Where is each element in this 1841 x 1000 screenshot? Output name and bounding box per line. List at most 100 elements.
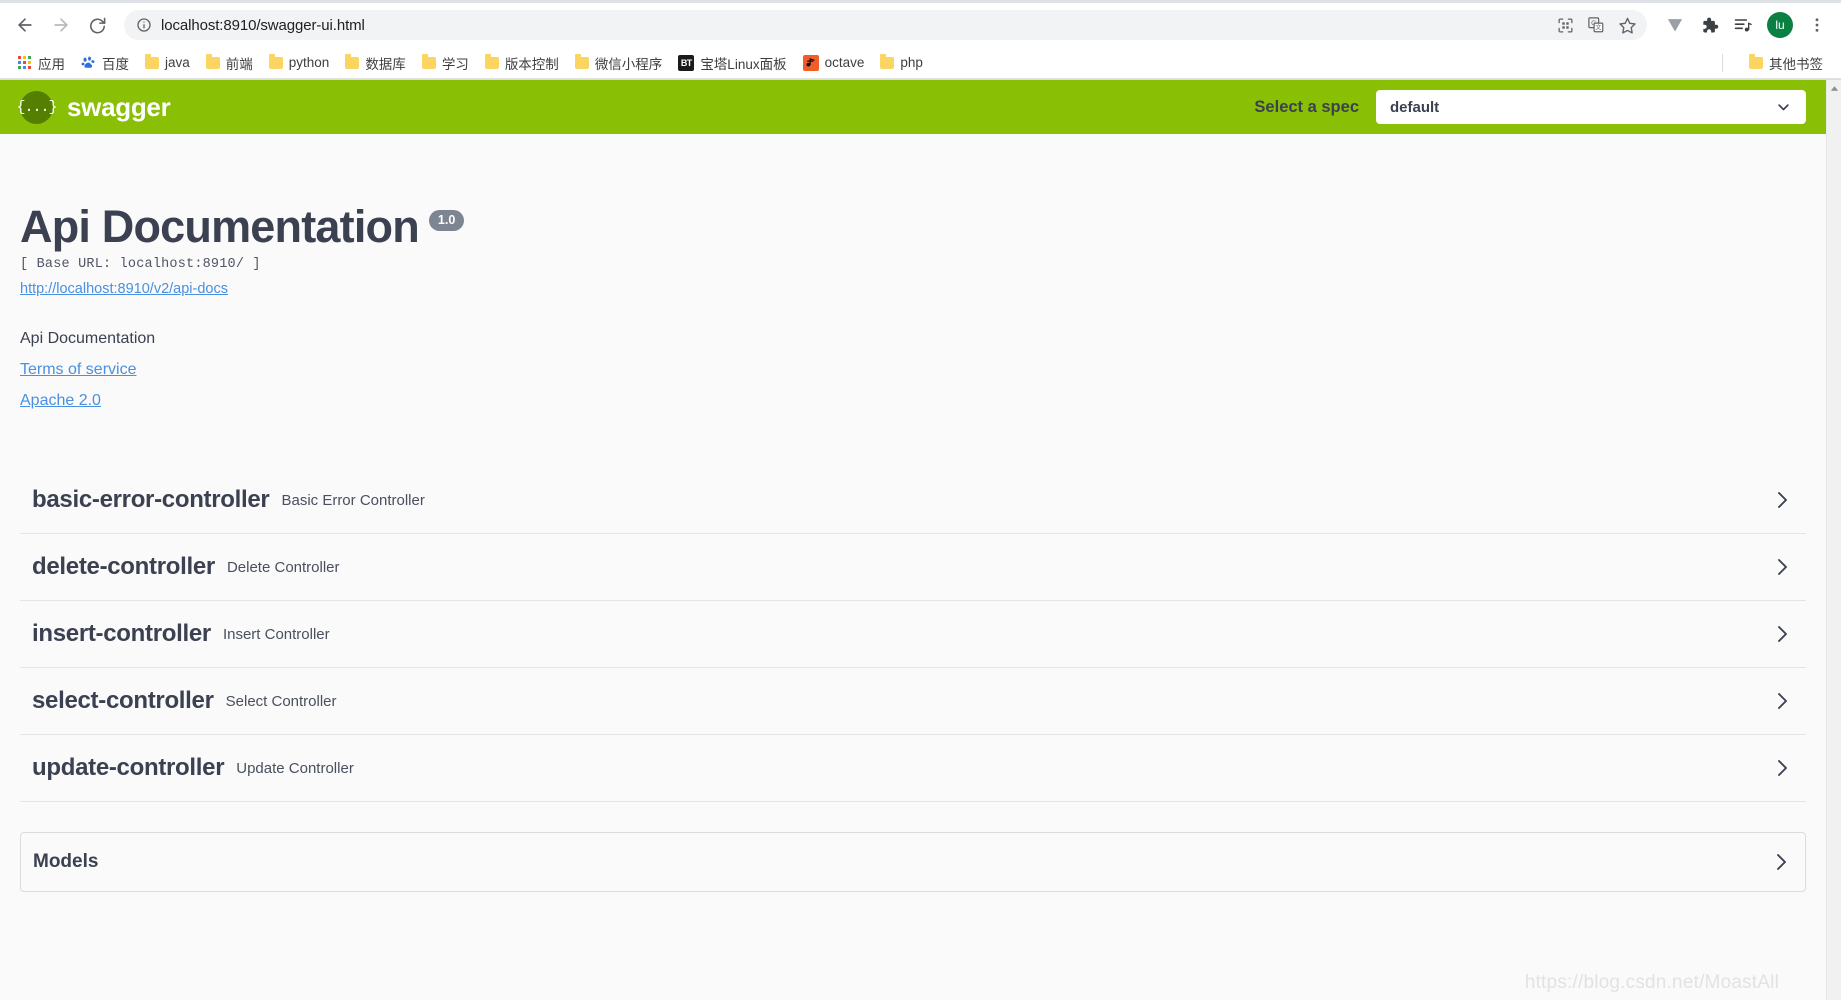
- folder-icon: [421, 53, 436, 69]
- tag-description: Delete Controller: [226, 558, 340, 576]
- tag-row-basic-error-controller[interactable]: basic-error-controller Basic Error Contr…: [20, 467, 1806, 534]
- bookmark-label: 数据库: [365, 56, 406, 72]
- other-bookmarks-label: 其他书签: [1769, 56, 1823, 72]
- tag-name: insert-controller: [32, 620, 211, 647]
- chevron-right-icon[interactable]: [1770, 488, 1794, 512]
- tag-description: Basic Error Controller: [281, 491, 425, 509]
- bookmark-label: 宝塔Linux面板: [700, 56, 787, 72]
- media-playlist-icon[interactable]: [1727, 9, 1759, 41]
- page-title: Api Documentation: [20, 201, 420, 252]
- bookmark-star-icon[interactable]: [1613, 11, 1641, 39]
- folder-icon: [1749, 53, 1763, 69]
- folder-icon: [574, 53, 589, 69]
- apps-grid-icon: [18, 55, 32, 70]
- forward-arrow-icon[interactable]: [44, 8, 78, 42]
- page-scrollbar[interactable]: [1826, 80, 1841, 1000]
- bookmark-wechat-miniprogram[interactable]: 微信小程序: [567, 51, 671, 75]
- swagger-topbar: {...} swagger Select a spec default: [0, 80, 1826, 134]
- models-section[interactable]: Models: [20, 832, 1806, 892]
- base-url-text: [ Base URL: localhost:8910/ ]: [20, 257, 261, 272]
- bookmark-version-control[interactable]: 版本控制: [477, 51, 567, 75]
- tag-row-update-controller[interactable]: update-controller Update Controller: [20, 735, 1806, 802]
- swagger-braces-icon: {...}: [17, 90, 58, 124]
- bookmarks-divider: [1722, 53, 1723, 72]
- version-badge: 1.0: [428, 210, 465, 231]
- terms-of-service-link[interactable]: Terms of service: [20, 361, 1806, 379]
- folder-icon: [880, 53, 895, 69]
- bookmark-label: python: [288, 55, 330, 70]
- chevron-right-icon[interactable]: [1770, 622, 1794, 646]
- swagger-content: Api Documentation 1.0 [ Base URL: localh…: [0, 134, 1826, 892]
- tag-row-select-controller[interactable]: select-controller Select Controller: [20, 668, 1806, 735]
- chevron-right-icon[interactable]: [1769, 850, 1793, 874]
- chevron-down-icon: [1776, 100, 1791, 115]
- three-dot-menu-icon[interactable]: [1801, 9, 1833, 41]
- profile-avatar[interactable]: lu: [1767, 12, 1793, 38]
- bookmark-baidu[interactable]: 百度: [73, 51, 137, 75]
- bookmark-label: php: [900, 55, 923, 70]
- spec-select-value: default: [1390, 98, 1440, 116]
- license-link[interactable]: Apache 2.0: [20, 392, 1806, 410]
- api-title-row: Api Documentation 1.0: [20, 204, 1806, 249]
- tag-name: delete-controller: [32, 553, 215, 580]
- extensions-puzzle-icon[interactable]: [1693, 9, 1725, 41]
- vivaldi-v-icon[interactable]: [1659, 9, 1691, 41]
- tag-name: update-controller: [32, 754, 225, 781]
- bookmark-label: 微信小程序: [594, 56, 663, 72]
- bookmark-study[interactable]: 学习: [414, 51, 477, 75]
- tag-name: select-controller: [32, 687, 214, 714]
- browser-chrome: localhost:8910/swagger-ui.html G 文: [0, 0, 1841, 80]
- api-docs-link[interactable]: http://localhost:8910/v2/api-docs: [20, 281, 228, 297]
- address-bar-url: localhost:8910/swagger-ui.html: [161, 16, 365, 34]
- folder-icon: [484, 53, 499, 69]
- other-bookmarks-folder[interactable]: 其他书签: [1741, 51, 1831, 75]
- spec-selector-group: Select a spec default: [1254, 90, 1806, 124]
- qr-code-icon[interactable]: [1551, 11, 1579, 39]
- swagger-ui-page: {...} swagger Select a spec default Api …: [0, 80, 1841, 1000]
- browser-toolbar: localhost:8910/swagger-ui.html G 文: [0, 3, 1841, 47]
- address-bar[interactable]: localhost:8910/swagger-ui.html G 文: [124, 10, 1647, 40]
- chevron-right-icon[interactable]: [1770, 689, 1794, 713]
- api-description: Api Documentation: [20, 330, 156, 347]
- models-title: Models: [33, 851, 99, 872]
- api-info-block: Api Documentation 1.0 [ Base URL: localh…: [0, 134, 1826, 410]
- folder-icon: [205, 53, 220, 69]
- bookmark-label: 学习: [441, 56, 469, 72]
- bookmark-label: java: [165, 55, 190, 70]
- scroll-up-arrow-icon[interactable]: [1827, 83, 1841, 94]
- chevron-right-icon[interactable]: [1770, 756, 1794, 780]
- translate-icon[interactable]: G 文: [1582, 11, 1610, 39]
- swagger-logo[interactable]: {...} swagger: [17, 90, 171, 124]
- tag-name: basic-error-controller: [32, 486, 270, 513]
- folder-icon: [345, 53, 360, 69]
- spec-selector-label: Select a spec: [1254, 97, 1359, 116]
- tag-list: basic-error-controller Basic Error Contr…: [0, 467, 1826, 802]
- bookmark-bt-panel[interactable]: BT 宝塔Linux面板: [670, 51, 794, 75]
- swagger-logo-text: swagger: [67, 91, 171, 122]
- bookmark-database[interactable]: 数据库: [337, 51, 414, 75]
- bookmark-python[interactable]: python: [261, 51, 338, 75]
- tag-row-delete-controller[interactable]: delete-controller Delete Controller: [20, 534, 1806, 601]
- bookmark-label: 百度: [102, 56, 129, 72]
- tag-description: Select Controller: [225, 692, 337, 710]
- back-arrow-icon[interactable]: [8, 8, 42, 42]
- reload-icon[interactable]: [80, 8, 114, 42]
- baidu-paw-icon: [81, 55, 96, 70]
- tag-row-insert-controller[interactable]: insert-controller Insert Controller: [20, 601, 1806, 668]
- tag-description: Insert Controller: [222, 625, 330, 643]
- chevron-right-icon[interactable]: [1770, 555, 1794, 579]
- bookmark-octave[interactable]: octave: [795, 51, 873, 75]
- bookmark-label: octave: [824, 55, 865, 70]
- bookmark-label: 前端: [225, 56, 253, 72]
- bookmark-frontend[interactable]: 前端: [198, 51, 261, 75]
- bookmark-php[interactable]: php: [872, 51, 931, 75]
- spec-select[interactable]: default: [1376, 90, 1806, 124]
- bookmark-label: 版本控制: [504, 56, 559, 72]
- folder-icon: [145, 53, 159, 69]
- info-circle-icon[interactable]: [136, 17, 152, 33]
- watermark-text: https://blog.csdn.net/MoastAll: [1524, 972, 1779, 993]
- folder-icon: [268, 53, 283, 69]
- bt-panel-icon: BT: [678, 54, 695, 71]
- bookmark-apps[interactable]: 应用: [10, 51, 73, 75]
- bookmark-java[interactable]: java: [137, 51, 198, 75]
